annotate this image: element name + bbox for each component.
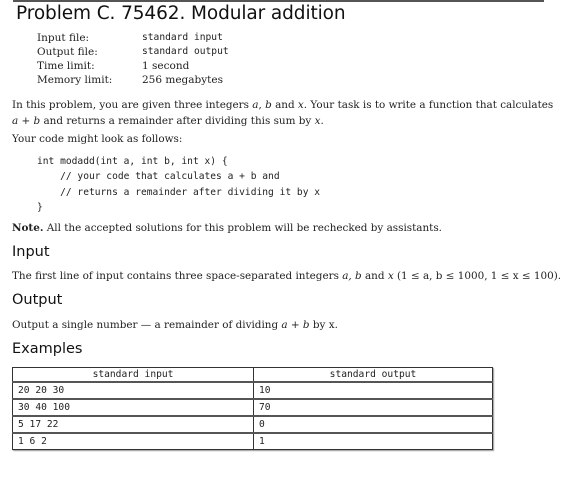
input-description: The first line of input contains three s… [12,268,561,284]
note-text: All the accepted solutions for this prob… [43,222,442,234]
example-row: 1 6 2 1 [12,432,493,450]
meta-value: standard input [142,32,223,43]
statement-line-3: Your code might look as follows: [12,133,183,145]
note-label: Note. [12,222,44,234]
constraints: (1 ≤ a, b ≤ 1000, 1 ≤ x ≤ 100). [393,270,562,282]
text: by x. [309,319,338,331]
text: and [271,99,298,111]
math-var: b [265,99,272,111]
math-var: a, b [342,270,362,282]
examples-heading: Examples [12,341,83,357]
examples-table: standard input standard output 20 20 30 … [12,367,493,450]
header-standard-output: standard output [253,367,493,383]
statement-line-2: a + b and returns a remainder after divi… [12,113,324,129]
meta-value: 1 second [142,60,190,72]
text: The first line of input contains three s… [12,270,343,282]
meta-value: standard output [142,46,229,57]
example-row: 5 17 22 0 [12,415,493,434]
note: Note. All the accepted solutions for thi… [12,220,442,236]
example-input: 5 17 22 [12,415,254,434]
meta-value: 256 megabytes [142,74,224,86]
example-output: 70 [253,398,493,417]
text: and [361,270,388,282]
examples-header-row: standard input standard output [12,367,493,383]
example-output: 1 [253,432,493,450]
text: . Your task is to write a function that … [303,99,554,111]
example-input: 20 20 30 [12,381,254,400]
example-row: 20 20 30 10 [12,381,493,400]
meta-label: Output file: [37,46,98,58]
input-heading: Input [12,244,50,260]
text: . [320,115,324,127]
text: and returns a remainder after dividing t… [40,115,315,127]
example-output: 0 [253,415,493,434]
math-expr: a + b [281,319,310,331]
math-expr: a + b [12,115,41,127]
top-rule [13,0,544,2]
header-standard-input: standard input [12,367,254,383]
example-input: 1 6 2 [12,432,254,450]
output-heading: Output [12,292,63,308]
meta-label: Input file: [37,32,90,44]
example-input: 30 40 100 [12,398,254,417]
meta-label: Memory limit: [37,74,113,86]
text: In this problem, you are given three int… [12,99,253,111]
text: Output a single number — a remainder of … [12,319,282,331]
example-row: 30 40 100 70 [12,398,493,417]
example-output: 10 [253,381,493,400]
meta-label: Time limit: [37,60,95,72]
statement-line-1: In this problem, you are given three int… [12,97,553,113]
problem-title: Problem C. 75462. Modular addition [16,3,346,24]
output-description: Output a single number — a remainder of … [12,317,338,333]
code-sample: int modadd(int a, int b, int x) { // you… [37,156,321,213]
